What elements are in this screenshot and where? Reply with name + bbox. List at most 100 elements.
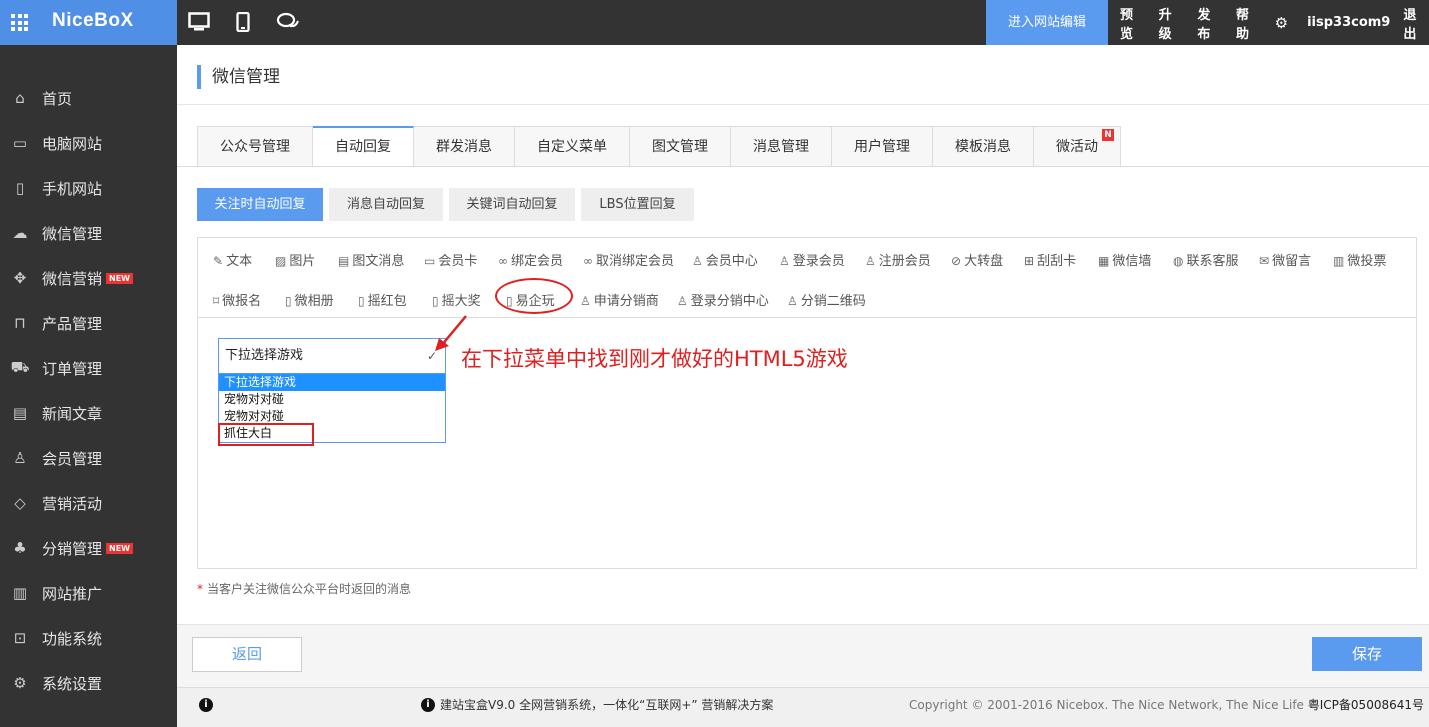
tool-contact-service[interactable]: ◍ 联系客服: [1173, 250, 1239, 269]
sidebar-item-features[interactable]: ⊡ 功能系统: [0, 618, 177, 658]
main-content: 微信管理 公众号管理 自动回复 群发消息 自定义菜单 图文管理 消息管理 用户管…: [177, 45, 1429, 727]
tab-micro-activity[interactable]: 微活动 N: [1034, 126, 1121, 167]
tool-image[interactable]: ▨ 图片: [275, 250, 315, 269]
ban-icon: ⊘: [951, 254, 962, 268]
tab-auto-reply[interactable]: 自动回复: [313, 126, 414, 167]
gear-icon[interactable]: ⚙: [1275, 14, 1288, 32]
tool-shake-redpacket[interactable]: ▯ 摇红包: [358, 290, 407, 309]
reply-editor-panel: ✎ 文本 ▨ 图片 ▤ 图文消息 ▭ 会员卡 ∞ 绑定会员 ∞ 取消绑定会员 ♙ 会员中心 ♙…: [197, 237, 1417, 569]
footer: i i 建站宝盒V9.0 全网营销系统，一体化“互联网+” 营销解决方案 Cop…: [177, 687, 1429, 727]
apps-grid-icon[interactable]: [11, 14, 28, 31]
subtab-keyword-reply[interactable]: 关键词自动回复: [449, 188, 575, 221]
gift-icon: ⊞: [1024, 254, 1035, 268]
logout-link[interactable]: 退出: [1403, 4, 1429, 42]
gear-icon: ⚙: [13, 674, 27, 692]
annotation-box: [218, 423, 314, 446]
action-bar: 返回 保存: [177, 624, 1429, 687]
chat-icon[interactable]: [276, 12, 300, 36]
tool-distribution-qrcode[interactable]: ♙ 分销二维码: [787, 290, 866, 309]
tool-news[interactable]: ▤ 图文消息: [338, 250, 404, 269]
logo: NiceBoX: [52, 10, 134, 31]
subtab-lbs-reply[interactable]: LBS位置回复: [581, 188, 694, 221]
tab-users[interactable]: 用户管理: [832, 126, 933, 167]
envelope-icon: ✉: [1259, 254, 1270, 268]
dropdown-option[interactable]: 下拉选择游戏: [219, 374, 445, 391]
tab-messages[interactable]: 消息管理: [731, 126, 832, 167]
sidebar-item-mobile-site[interactable]: ▯ 手机网站: [0, 168, 177, 208]
tool-bind-member[interactable]: ∞ 绑定会员: [498, 250, 563, 269]
tool-register-member[interactable]: ♙ 注册会员: [865, 250, 931, 269]
chat-icon: ☁: [12, 224, 28, 242]
sidebar-item-members[interactable]: ♙ 会员管理: [0, 438, 177, 478]
sidebar-item-desktop-site[interactable]: ▭ 电脑网站: [0, 123, 177, 163]
sidebar-item-home[interactable]: ⌂ 首页: [0, 78, 177, 118]
sidebar-item-wechat-marketing[interactable]: ✥ 微信营销 NEW: [0, 258, 177, 298]
sidebar-item-wechat[interactable]: ☁ 微信管理: [0, 213, 177, 253]
monitor-icon: ▭: [12, 134, 28, 152]
annotation-text: 在下拉菜单中找到刚才做好的HTML5游戏: [461, 347, 848, 371]
sidebar: ⌂ 首页 ▭ 电脑网站 ▯ 手机网站 ☁ 微信管理 ✥ 微信营销 NEW ⊓ 产品管理 ⛟ 订单…: [0, 45, 177, 727]
tool-apply-distributor[interactable]: ♙ 申请分销商: [580, 290, 659, 309]
user-icon: ♙: [677, 294, 688, 308]
subtab-bar: 关注时自动回复 消息自动回复 关键词自动回复 LBS位置回复: [197, 188, 694, 221]
back-button[interactable]: 返回: [192, 637, 302, 672]
sidebar-item-distribution[interactable]: ♣ 分销管理 NEW: [0, 528, 177, 568]
save-button[interactable]: 保存: [1312, 637, 1422, 671]
sidebar-item-orders[interactable]: ⛟ 订单管理: [0, 348, 177, 388]
logo-area[interactable]: NiceBoX: [0, 0, 177, 45]
card-icon: ▭: [424, 254, 436, 268]
tool-micro-vote[interactable]: ▥ 微投票: [1333, 250, 1386, 269]
subtab-message-reply[interactable]: 消息自动回复: [329, 188, 443, 221]
tool-shake-prize[interactable]: ▯ 摇大奖: [432, 290, 481, 309]
icp-number[interactable]: 粤ICP备05008641号: [1308, 698, 1424, 712]
user-icon: ♙: [865, 254, 876, 268]
copyright: Copyright © 2001-2016 Nicebox. The Nice …: [909, 698, 1304, 712]
sidebar-item-products[interactable]: ⊓ 产品管理: [0, 303, 177, 343]
publish-link[interactable]: 发布: [1197, 4, 1223, 42]
tool-text[interactable]: ✎ 文本: [213, 250, 252, 269]
mobile-icon[interactable]: [236, 11, 250, 36]
sidebar-item-campaigns[interactable]: ◇ 营销活动: [0, 483, 177, 523]
bar-chart-icon: ▥: [1333, 254, 1345, 268]
tool-login-distribution[interactable]: ♙ 登录分销中心: [677, 290, 769, 309]
help-link[interactable]: 帮助: [1236, 4, 1262, 42]
sidebar-item-news[interactable]: ▤ 新闻文章: [0, 393, 177, 433]
enter-site-edit-button[interactable]: 进入网站编辑: [986, 0, 1108, 45]
tool-member-card[interactable]: ▭ 会员卡: [424, 250, 477, 269]
preview-link[interactable]: 预览: [1120, 4, 1146, 42]
new-badge: N: [1102, 129, 1114, 141]
tool-lucky-wheel[interactable]: ⊘ 大转盘: [951, 250, 1003, 269]
grid-icon: ▦: [1098, 254, 1110, 268]
tool-login-member[interactable]: ♙ 登录会员: [779, 250, 845, 269]
tool-micro-message[interactable]: ✉ 微留言: [1259, 250, 1311, 269]
game-select[interactable]: 下拉选择游戏 ✓: [218, 338, 446, 374]
tool-micro-signup[interactable]: ⌑ 微报名: [213, 290, 261, 309]
image-icon: ▨: [275, 254, 287, 268]
tab-bar: 公众号管理 自动回复 群发消息 自定义菜单 图文管理 消息管理 用户管理 模板消…: [197, 126, 1121, 167]
tab-official-account[interactable]: 公众号管理: [197, 126, 313, 167]
link-icon: ∞: [498, 254, 508, 268]
subtab-follow-reply[interactable]: 关注时自动回复: [197, 188, 323, 221]
user-icon: ♙: [580, 294, 591, 308]
sidebar-item-promotion[interactable]: ▥ 网站推广: [0, 573, 177, 613]
tab-articles[interactable]: 图文管理: [630, 126, 731, 167]
username[interactable]: iisp33com9: [1307, 15, 1390, 30]
tab-mass-message[interactable]: 群发消息: [414, 126, 515, 167]
tab-custom-menu[interactable]: 自定义菜单: [515, 126, 630, 167]
info-icon[interactable]: i: [199, 698, 213, 712]
tag-icon: ◇: [14, 494, 26, 512]
tool-wechat-wall[interactable]: ▦ 微信墙: [1098, 250, 1151, 269]
dropdown-option[interactable]: 宠物对对碰: [219, 391, 445, 408]
tool-micro-album[interactable]: ▯ 微相册: [285, 290, 334, 309]
sitemap-icon: ♣: [13, 539, 27, 557]
upgrade-link[interactable]: 升级: [1159, 4, 1185, 42]
home-icon: ⌂: [15, 89, 25, 107]
desktop-icon[interactable]: [188, 12, 210, 36]
tab-templates[interactable]: 模板消息: [933, 126, 1034, 167]
tool-unbind-member[interactable]: ∞ 取消绑定会员: [583, 250, 674, 269]
sidebar-item-settings[interactable]: ⚙ 系统设置: [0, 663, 177, 703]
tool-scratch-card[interactable]: ⊞ 刮刮卡: [1024, 250, 1076, 269]
user-icon: ♙: [13, 449, 27, 467]
tool-member-center[interactable]: ♙ 会员中心: [692, 250, 758, 269]
annotation-circle: [495, 278, 573, 314]
